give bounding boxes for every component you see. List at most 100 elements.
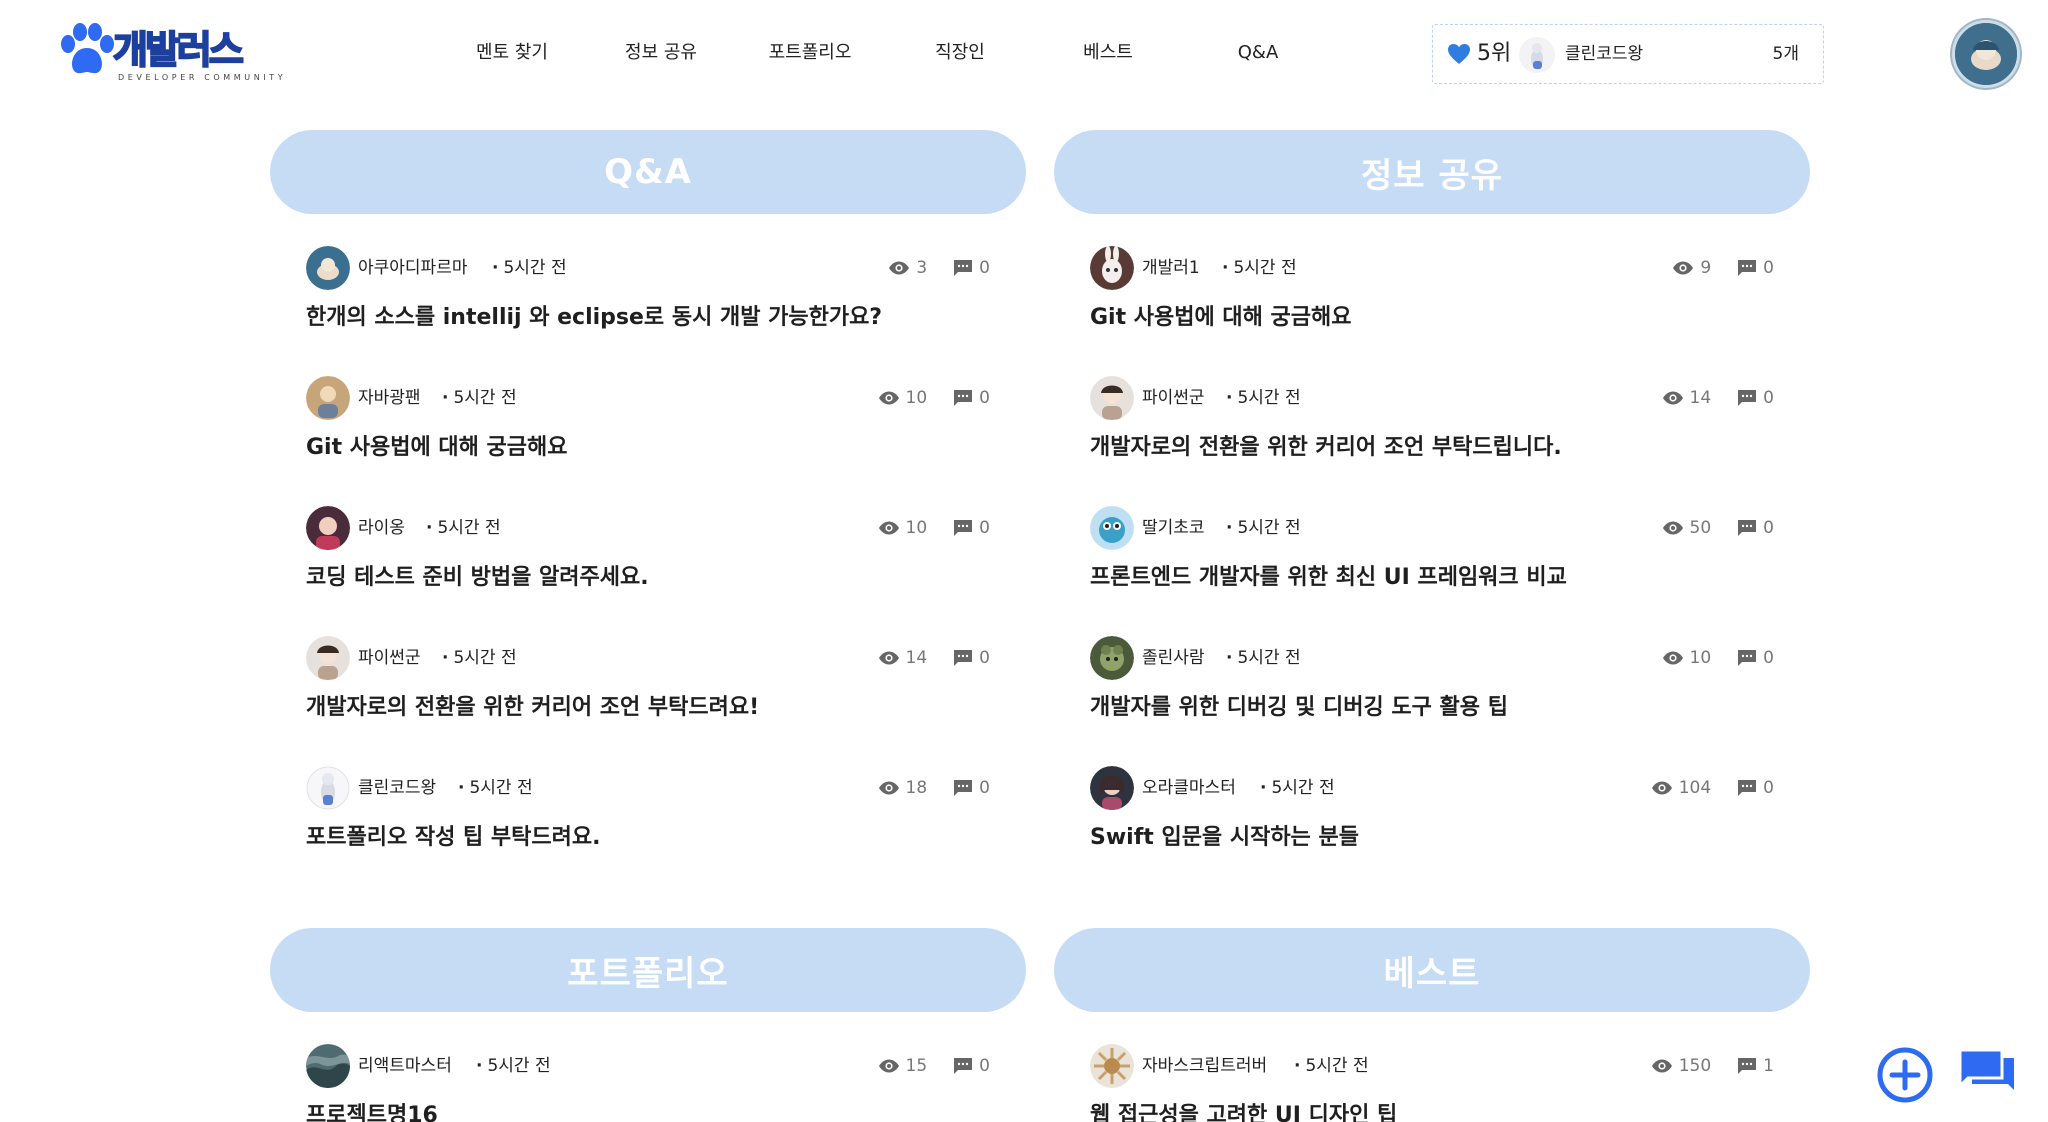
nav-item-mentor[interactable]: 멘토 찾기 — [476, 40, 548, 66]
list-item[interactable]: 딸기초코 5시간 전 50 0 프론트엔드 개발자를 위한 최신 UI 프레임워… — [1090, 506, 1774, 636]
avatar — [306, 506, 350, 550]
comment-icon — [1738, 1058, 1757, 1074]
post-title[interactable]: 한개의 소스를 intellij 와 eclipse로 동시 개발 가능한가요? — [306, 302, 882, 334]
post-time: 5시간 전 — [442, 385, 516, 411]
avatar — [1519, 37, 1555, 73]
list-item[interactable]: 졸린사람 5시간 전 10 0 개발자를 위한 디버깅 및 디버깅 도구 활용 … — [1090, 636, 1774, 766]
blue-heart-icon — [1448, 44, 1470, 64]
nav-item-best[interactable]: 베스트 — [1083, 40, 1133, 66]
eye-icon — [1651, 781, 1672, 795]
view-count: 10 — [905, 388, 928, 408]
add-post-button[interactable] — [1876, 1046, 1934, 1104]
chat-button[interactable] — [1956, 1044, 2018, 1106]
avatar — [1090, 636, 1134, 680]
list-item[interactable]: 클린코드왕 5시간 전 18 0 포트폴리오 작성 팁 부탁드려요. — [306, 766, 990, 896]
avatar — [306, 766, 350, 810]
post-title[interactable]: Swift 입문을 시작하는 분들 — [1090, 822, 1359, 854]
board-info: 정보 공유 개발러1 5시간 전 9 0 Git 사용법에 대해 궁금해요 파이… — [1054, 130, 1810, 896]
list-item[interactable]: 오라클마스터 5시간 전 104 0 Swift 입문을 시작하는 분들 — [1090, 766, 1774, 896]
list-item[interactable]: 라이옹 5시간 전 10 0 코딩 테스트 준비 방법을 알려주세요. — [306, 506, 990, 636]
post-title[interactable]: 프론트엔드 개발자를 위한 최신 UI 프레임워크 비교 — [1090, 562, 1567, 594]
post-author: 라이옹 — [358, 518, 405, 538]
comment-count: 0 — [1763, 258, 1774, 278]
post-author: 개발러1 — [1142, 258, 1200, 278]
comment-icon — [954, 520, 973, 536]
list-item[interactable]: 개발러1 5시간 전 9 0 Git 사용법에 대해 궁금해요 — [1090, 246, 1774, 376]
post-title[interactable]: Git 사용법에 대해 궁금해요 — [1090, 302, 1352, 334]
avatar — [306, 376, 350, 420]
eye-icon — [878, 391, 899, 405]
board-title-portfolio[interactable]: 포트폴리오 — [270, 928, 1026, 1012]
post-title[interactable]: 프로젝트명16 — [306, 1100, 438, 1122]
nav-item-info[interactable]: 정보 공유 — [625, 40, 697, 66]
nav-item-portfolio[interactable]: 포트폴리오 — [769, 40, 852, 66]
post-time: 5시간 전 — [1226, 385, 1300, 411]
plus-circle-icon — [1877, 1047, 1933, 1103]
avatar — [1090, 506, 1134, 550]
post-title[interactable]: Git 사용법에 대해 궁금해요 — [306, 432, 568, 464]
post-title[interactable]: 웹 접근성을 고려한 UI 디자인 팁 — [1090, 1100, 1397, 1122]
post-time: 5시간 전 — [1226, 645, 1300, 671]
post-author: 아쿠아디파르마 — [358, 258, 468, 278]
post-author: 리액트마스터 — [358, 1056, 452, 1076]
list-item[interactable]: 자바광팬 5시간 전 10 0 Git 사용법에 대해 궁금해요 — [306, 376, 990, 506]
post-title[interactable]: 개발자를 위한 디버깅 및 디버깅 도구 활용 팁 — [1090, 692, 1508, 724]
avatar — [1090, 1044, 1134, 1088]
comment-count: 0 — [979, 388, 990, 408]
post-author: 파이썬군 — [358, 648, 421, 668]
comment-count: 0 — [1763, 518, 1774, 538]
list-item[interactable]: 자바스크립트러버 5시간 전 150 1 웹 접근성을 고려한 UI 디자인 팁 — [1090, 1044, 1774, 1122]
view-count: 10 — [905, 518, 928, 538]
post-time: 5시간 전 — [1222, 255, 1296, 281]
post-time: 5시간 전 — [1294, 1053, 1368, 1079]
post-title[interactable]: 코딩 테스트 준비 방법을 알려주세요. — [306, 562, 649, 594]
post-title[interactable]: 포트폴리오 작성 팁 부탁드려요. — [306, 822, 600, 854]
comment-count: 0 — [1763, 648, 1774, 668]
post-title[interactable]: 개발자로의 전환을 위한 커리어 조언 부탁드립니다. — [1090, 432, 1562, 464]
comment-icon — [1738, 780, 1757, 796]
ranking-widget[interactable]: 5위 클린코드왕 5개 — [1432, 24, 1824, 84]
post-time: 5시간 전 — [458, 775, 532, 801]
board-title-best[interactable]: 베스트 — [1054, 928, 1810, 1012]
view-count: 104 — [1678, 778, 1712, 798]
post-author: 자바광팬 — [358, 388, 421, 408]
post-author: 딸기초코 — [1142, 518, 1205, 538]
eye-icon — [1662, 391, 1683, 405]
avatar — [1090, 246, 1134, 290]
eye-icon — [889, 261, 910, 275]
ranking-username: 클린코드왕 — [1565, 44, 1644, 64]
comment-icon — [954, 1058, 973, 1074]
view-count: 150 — [1678, 1056, 1712, 1076]
list-item[interactable]: 아쿠아디파르마 5시간 전 3 0 한개의 소스를 intellij 와 ecl… — [306, 246, 990, 376]
logo-subtitle: DEVELOPER COMMUNITY — [118, 73, 287, 82]
nav-item-worker[interactable]: 직장인 — [935, 40, 985, 66]
comment-count: 0 — [979, 648, 990, 668]
comment-count: 0 — [1763, 778, 1774, 798]
list-item[interactable]: 파이썬군 5시간 전 14 0 개발자로의 전환을 위한 커리어 조언 부탁드립… — [1090, 376, 1774, 506]
list-item[interactable]: 리액트마스터 5시간 전 15 0 프로젝트명16 — [306, 1044, 990, 1122]
comment-icon — [954, 780, 973, 796]
list-item[interactable]: 파이썬군 5시간 전 14 0 개발자로의 전환을 위한 커리어 조언 부탁드려… — [306, 636, 990, 766]
view-count: 50 — [1689, 518, 1712, 538]
post-author: 오라클마스터 — [1142, 778, 1236, 798]
view-count: 9 — [1700, 258, 1712, 278]
nav-item-qna[interactable]: Q&A — [1238, 40, 1279, 66]
header: 개발러스 DEVELOPER COMMUNITY 멘토 찾기 정보 공유 포트폴… — [0, 0, 2048, 110]
view-count: 18 — [905, 778, 928, 798]
post-title[interactable]: 개발자로의 전환을 위한 커리어 조언 부탁드려요! — [306, 692, 759, 724]
post-time: 5시간 전 — [426, 515, 500, 541]
view-count: 3 — [916, 258, 928, 278]
board-title-info[interactable]: 정보 공유 — [1054, 130, 1810, 214]
profile-avatar-button[interactable] — [1952, 20, 2020, 88]
view-count: 10 — [1689, 648, 1712, 668]
post-author: 클린코드왕 — [358, 778, 437, 798]
view-count: 14 — [1689, 388, 1712, 408]
eye-icon — [1662, 521, 1683, 535]
post-time: 5시간 전 — [476, 1053, 550, 1079]
post-author: 자바스크립트러버 — [1142, 1056, 1268, 1076]
avatar — [306, 1044, 350, 1088]
ranking-count: 5개 — [1772, 44, 1799, 64]
board-title-qna[interactable]: Q&A — [270, 130, 1026, 214]
comment-icon — [954, 260, 973, 276]
avatar — [306, 246, 350, 290]
